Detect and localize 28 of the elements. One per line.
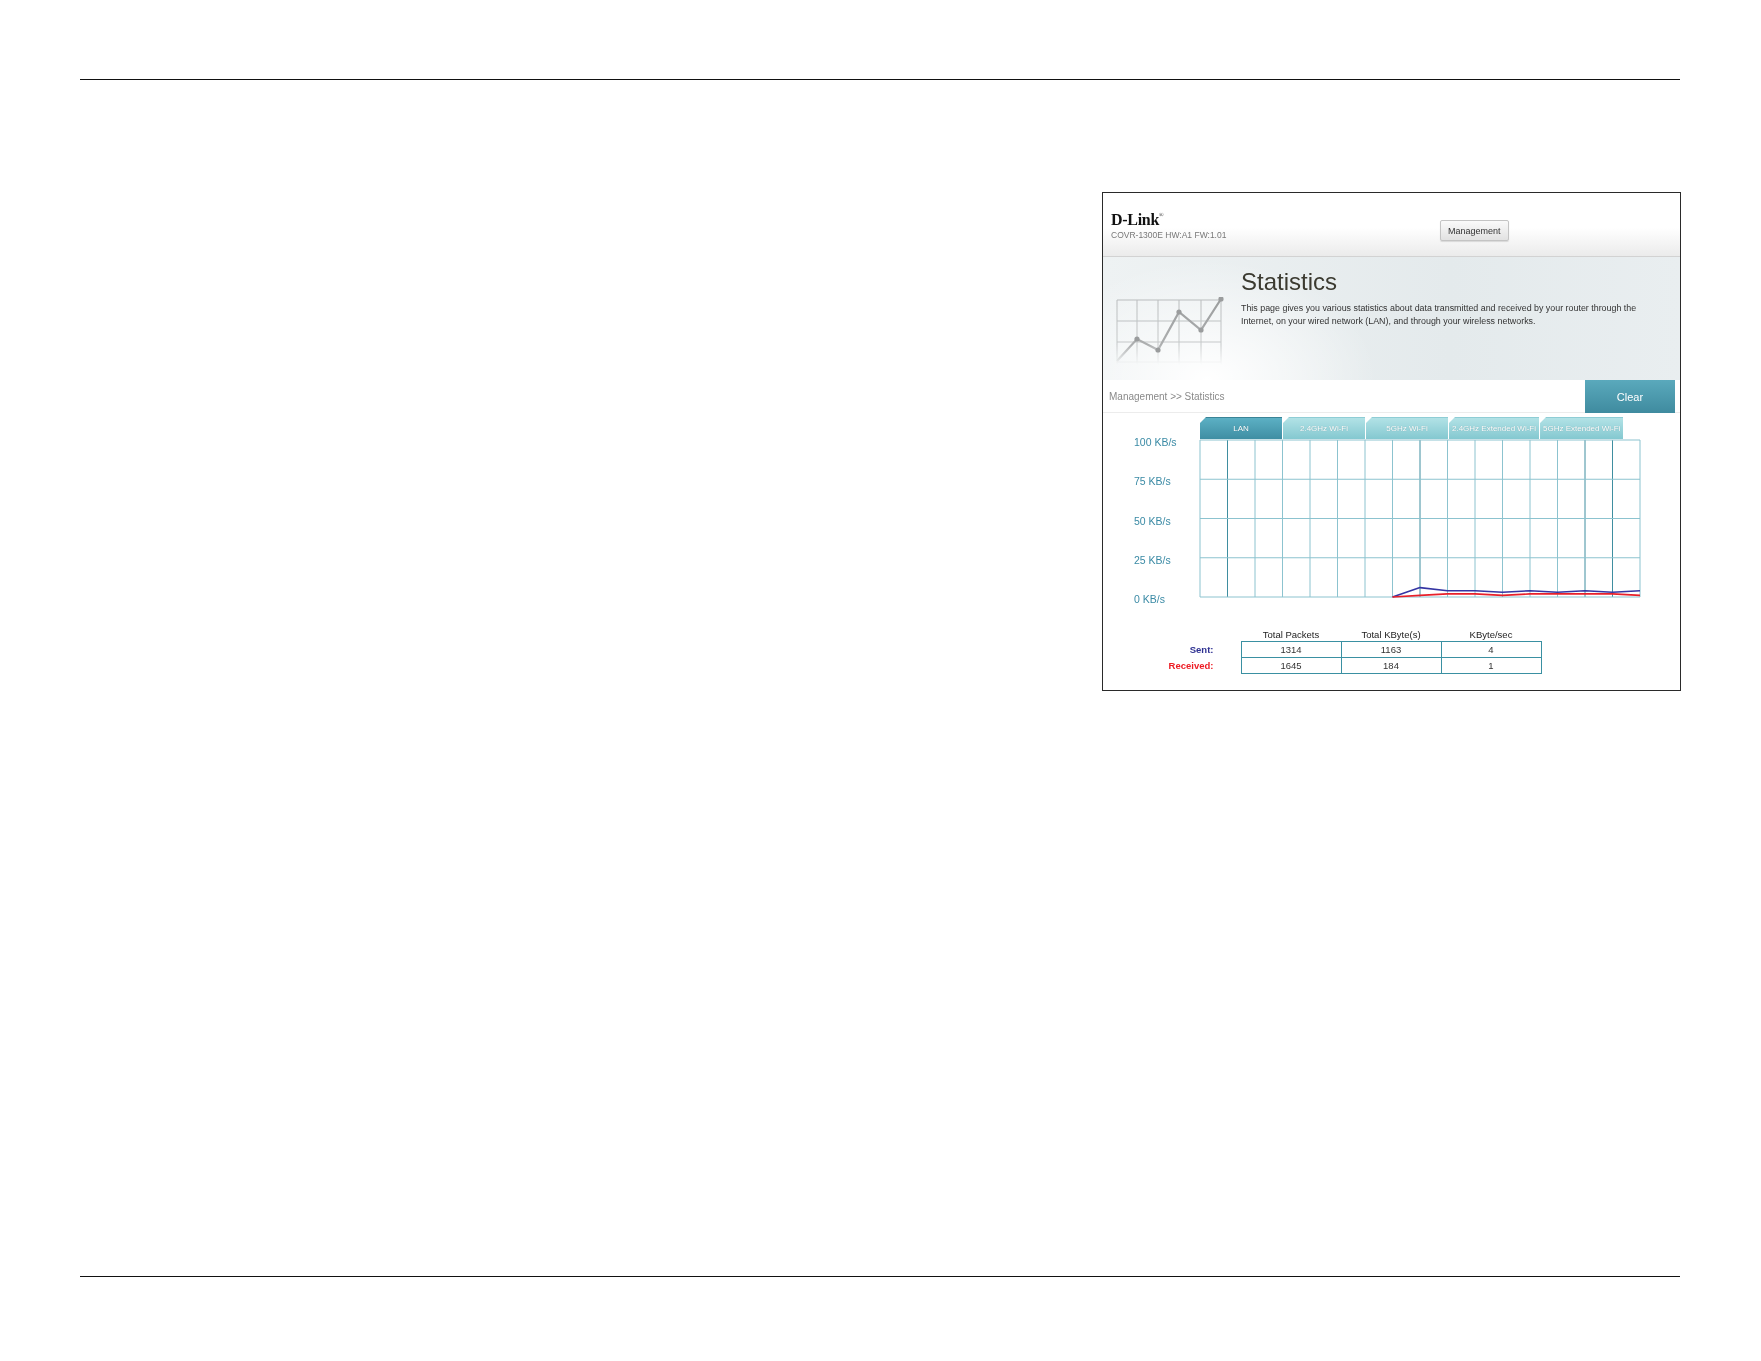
table-cell: 1163 [1341,641,1441,658]
tab[interactable]: LAN [1200,417,1282,439]
tab[interactable]: 5GHz Wi-Fi [1366,417,1448,439]
table-cell: 184 [1341,657,1441,674]
axis-label: 0 KB/s [1134,593,1165,605]
row-label: Received: [1103,657,1241,674]
table-cell: 1314 [1241,641,1341,658]
table-cell: 1645 [1241,657,1341,674]
axis-label: 75 KB/s [1134,475,1171,488]
clear-button[interactable]: Clear [1585,380,1675,413]
axis-label: 50 KB/s [1134,514,1171,527]
tab[interactable]: 2.4GHz Wi-Fi [1283,417,1365,439]
column-header: Total KByte(s) [1341,628,1441,642]
menu-button[interactable]: Management [1440,220,1509,241]
column-header: KByte/sec [1441,628,1541,642]
axis-label: 100 KB/s [1134,436,1177,448]
column-header: Total Packets [1241,628,1341,642]
breadcrumb: Management >> Statistics [1109,390,1225,402]
page-title: Statistics [1241,268,1338,296]
page-description: This page gives you various statistics about data transmitted and received by your router through the Internet, on your wired network (LAN), and through your wireless networks. [1241,302,1638,328]
table-cell: 1 [1441,657,1541,674]
tab[interactable]: 2.4GHz Extended Wi-Fi [1449,417,1540,439]
table-cell: 4 [1441,641,1541,658]
tab[interactable]: 5GHz Extended Wi-Fi [1540,417,1624,439]
model-info: COVR-1300E HW:A1 FW:1.01 [1111,230,1227,240]
brand-logo: D-Link$^{®}$ [1111,212,1164,228]
axis-label: 25 KB/s [1134,553,1171,566]
row-label: Sent: [1103,641,1241,658]
